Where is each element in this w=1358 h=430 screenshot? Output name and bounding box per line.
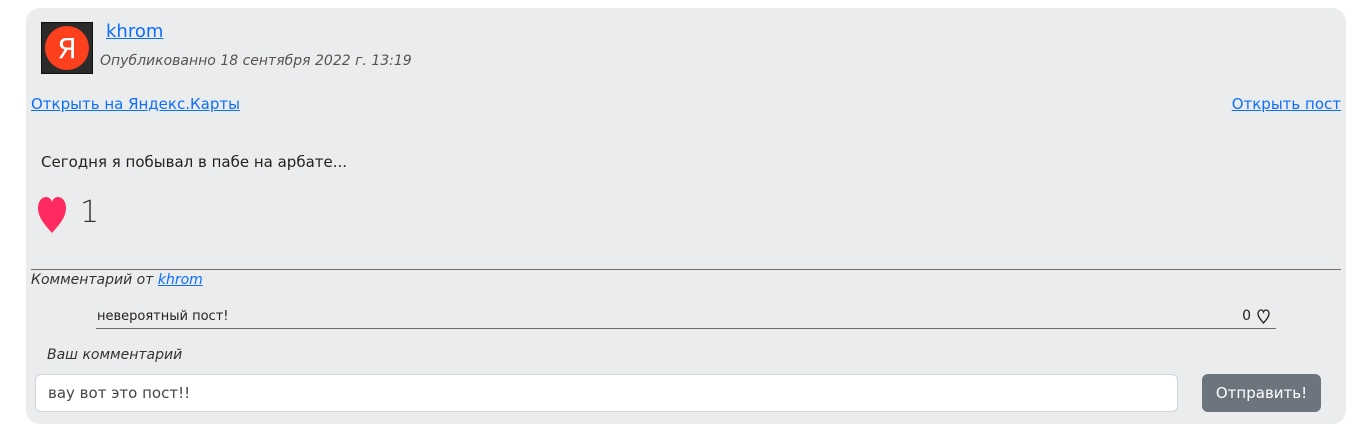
comment-item: невероятный пост! 0 (96, 307, 1276, 329)
divider (31, 269, 1341, 270)
heart-icon[interactable] (36, 196, 68, 234)
comment-like-count: 0 (1242, 308, 1251, 324)
open-map-link[interactable]: Открыть на Яндекс.Карты (31, 95, 240, 113)
avatar: Я (41, 22, 93, 74)
send-button[interactable]: Отправить! (1202, 374, 1321, 412)
comment-text: невероятный пост! (97, 309, 229, 324)
heart-outline-icon[interactable] (1257, 308, 1270, 324)
avatar-logo: Я (45, 26, 89, 70)
comment-meta: Комментарий от khrom (31, 272, 203, 288)
author-link[interactable]: khrom (106, 21, 163, 42)
comment-input[interactable] (35, 374, 1178, 412)
post-text: Сегодня я побывал в пабе на арбате... (41, 153, 348, 171)
comment-form-label: Ваш комментарий (47, 347, 183, 363)
open-post-link[interactable]: Открыть пост (1232, 95, 1341, 113)
post-card (26, 8, 1346, 424)
comment-like: 0 (1242, 308, 1270, 324)
published-date: Опубликованно 18 сентября 2022 г. 13:19 (100, 53, 412, 69)
comment-meta-prefix: Комментарий от (31, 272, 158, 288)
comment-author-link[interactable]: khrom (158, 272, 203, 288)
like-count: 1 (80, 195, 100, 230)
